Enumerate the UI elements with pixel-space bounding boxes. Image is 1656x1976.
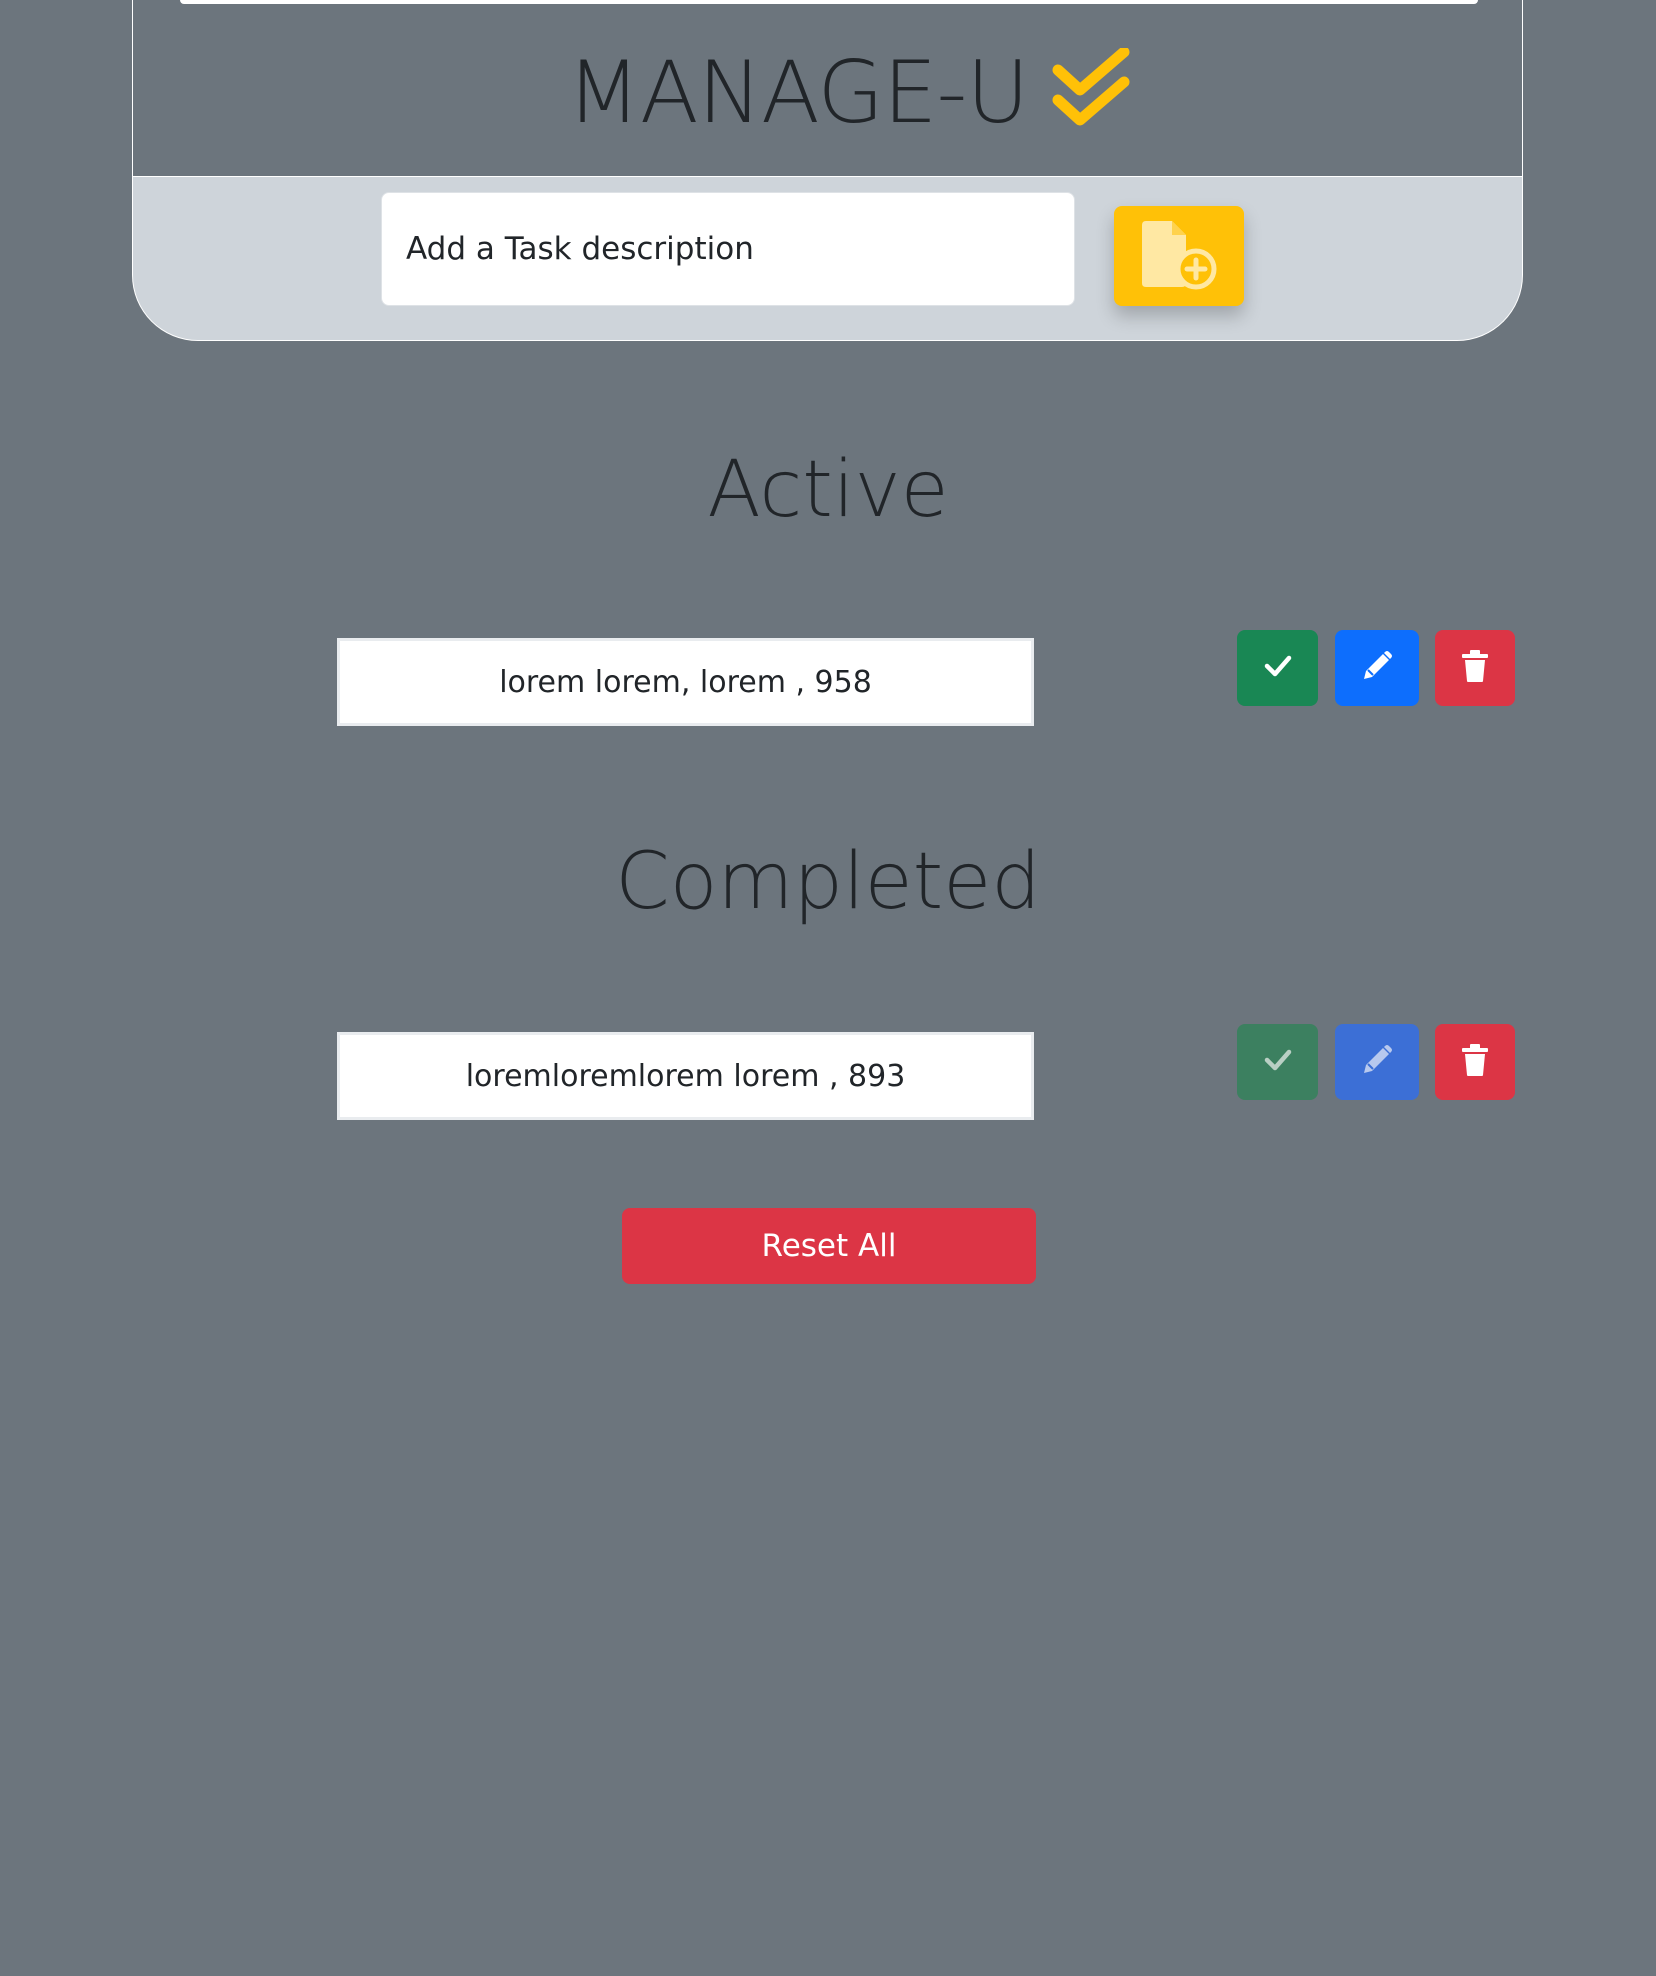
reset-all-button[interactable]: Reset All <box>622 1208 1036 1284</box>
edit-task-button[interactable] <box>1335 1024 1419 1100</box>
trash-icon <box>1460 1043 1490 1082</box>
header-banner: MANAGE-U <box>133 0 1522 177</box>
complete-task-button[interactable] <box>1237 630 1318 706</box>
task-text[interactable]: loremloremlorem lorem , 893 <box>337 1032 1034 1120</box>
active-heading: Active <box>707 445 949 535</box>
completed-heading: Completed <box>615 837 1041 927</box>
task-description-input[interactable] <box>381 192 1075 306</box>
double-check-icon <box>1050 46 1140 138</box>
pencil-icon <box>1360 649 1394 688</box>
header-top-edge <box>180 0 1478 4</box>
brand: MANAGE-U <box>133 38 1522 148</box>
app-title: MANAGE-U <box>566 43 1030 143</box>
check-icon <box>1263 1047 1293 1078</box>
file-add-icon <box>1138 217 1220 296</box>
header-card: MANAGE-U <box>132 0 1523 341</box>
trash-icon <box>1460 649 1490 688</box>
edit-task-button[interactable] <box>1335 630 1419 706</box>
complete-task-button[interactable] <box>1237 1024 1318 1100</box>
delete-task-button[interactable] <box>1435 630 1515 706</box>
pencil-icon <box>1360 1043 1394 1082</box>
check-icon <box>1263 653 1293 684</box>
task-text[interactable]: lorem lorem, lorem , 958 <box>337 638 1034 726</box>
delete-task-button[interactable] <box>1435 1024 1515 1100</box>
add-task-button[interactable] <box>1114 206 1244 306</box>
